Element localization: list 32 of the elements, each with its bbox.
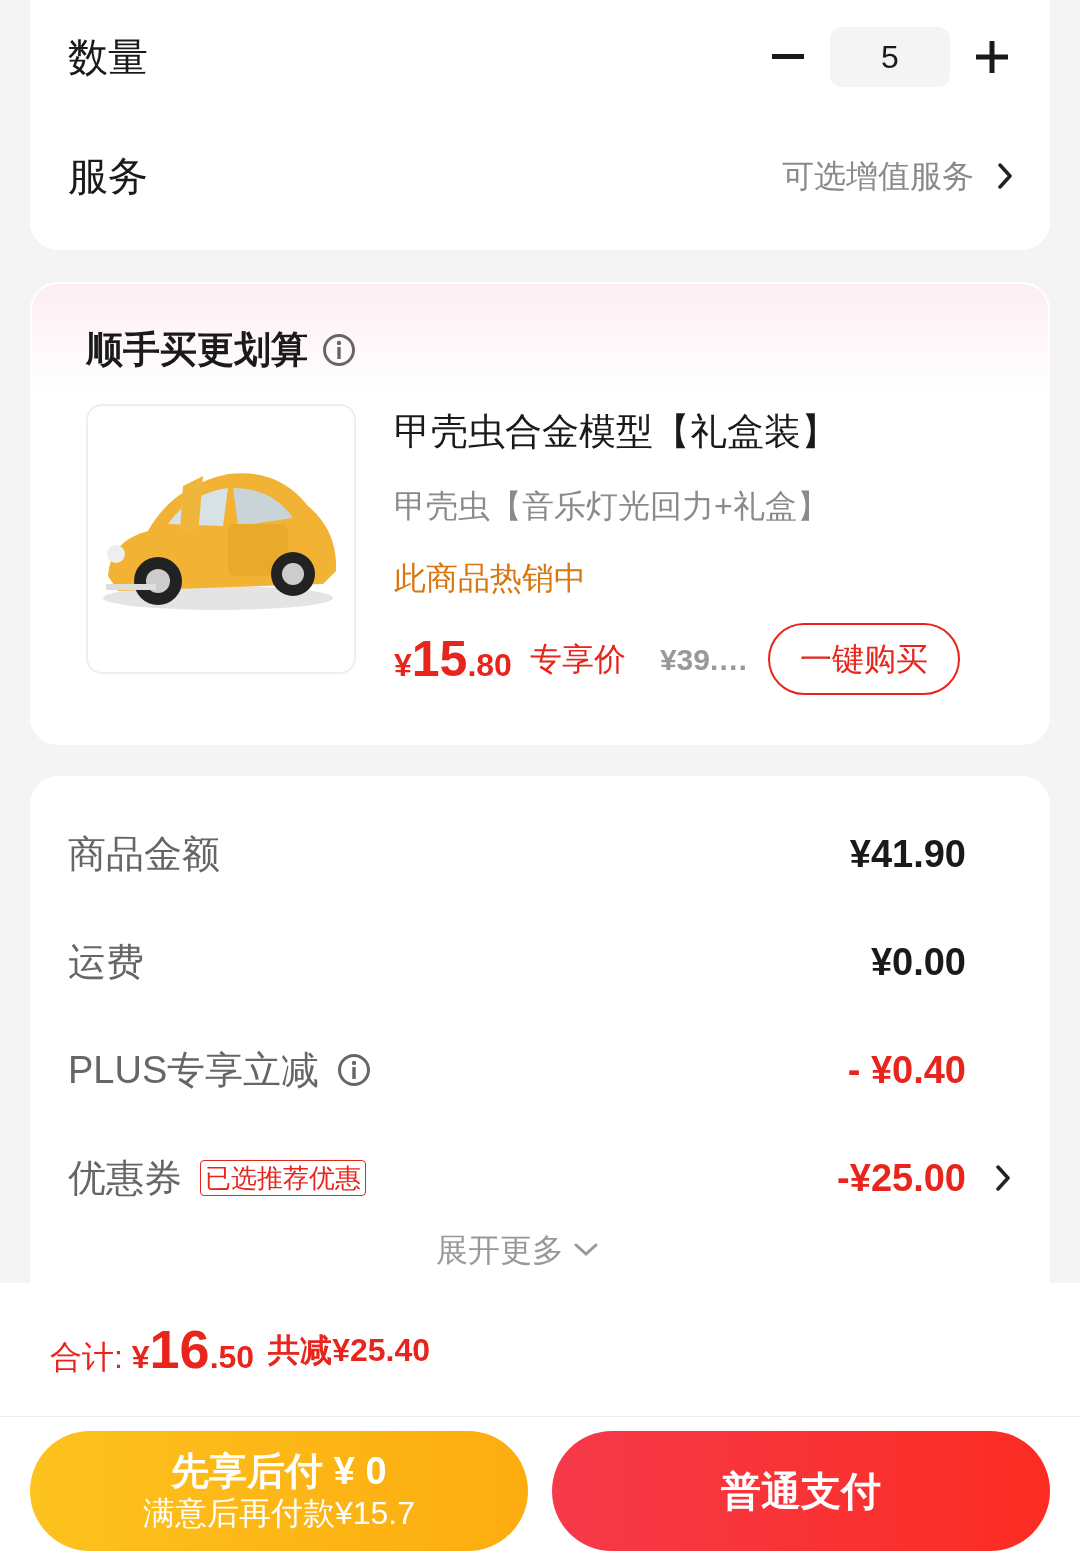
summary-label: 商品金额 [68,832,220,877]
product-variant: 甲壳虫【音乐灯光回力+礼盒】 [394,486,830,526]
summary-value: ¥0.00 [870,940,966,985]
summary-label: 优惠券 [68,1156,182,1201]
summary-value: -¥25.00 [837,1156,966,1201]
summary-value: ¥41.90 [849,832,966,877]
sales-status: 此商品热销中 [394,558,587,598]
quantity-field[interactable]: 5 [830,27,950,87]
chevron-icon [996,1165,1010,1191]
info-icon [337,1053,372,1087]
expand-more-link[interactable]: 展开更多 [436,1230,564,1270]
coupon-tag: 已选推荐优惠 [200,1160,366,1196]
product-name: 甲壳虫合金模型【礼盒装】 [394,409,839,454]
service-label: 服务 [68,153,148,200]
plus-icon [976,41,1008,73]
original-price: ¥39.… [659,641,749,678]
chevron-down-icon [574,1243,598,1257]
summary-label: PLUS专享立减 [68,1048,320,1093]
info-icon [322,332,356,367]
section-title: 顺手买更划算 [86,328,308,372]
price: ¥15.80 [394,629,512,689]
total-saving: 共减¥25.40 [268,1330,430,1370]
buy-now-button[interactable]: 一键购买 [768,623,961,695]
service-link[interactable]: 可选增值服务 [782,152,1012,200]
summary-label: 运费 [68,940,144,985]
chevron-icon [998,163,1012,189]
minus-icon [772,54,804,60]
quantity-label: 数量 [68,34,148,81]
price-label: 专享价 [529,640,626,679]
pay-button[interactable]: 普通支付 [552,1431,1050,1551]
total-price: 合计: ¥16.50 [50,1318,255,1381]
summary-value: - ¥0.40 [847,1048,966,1093]
